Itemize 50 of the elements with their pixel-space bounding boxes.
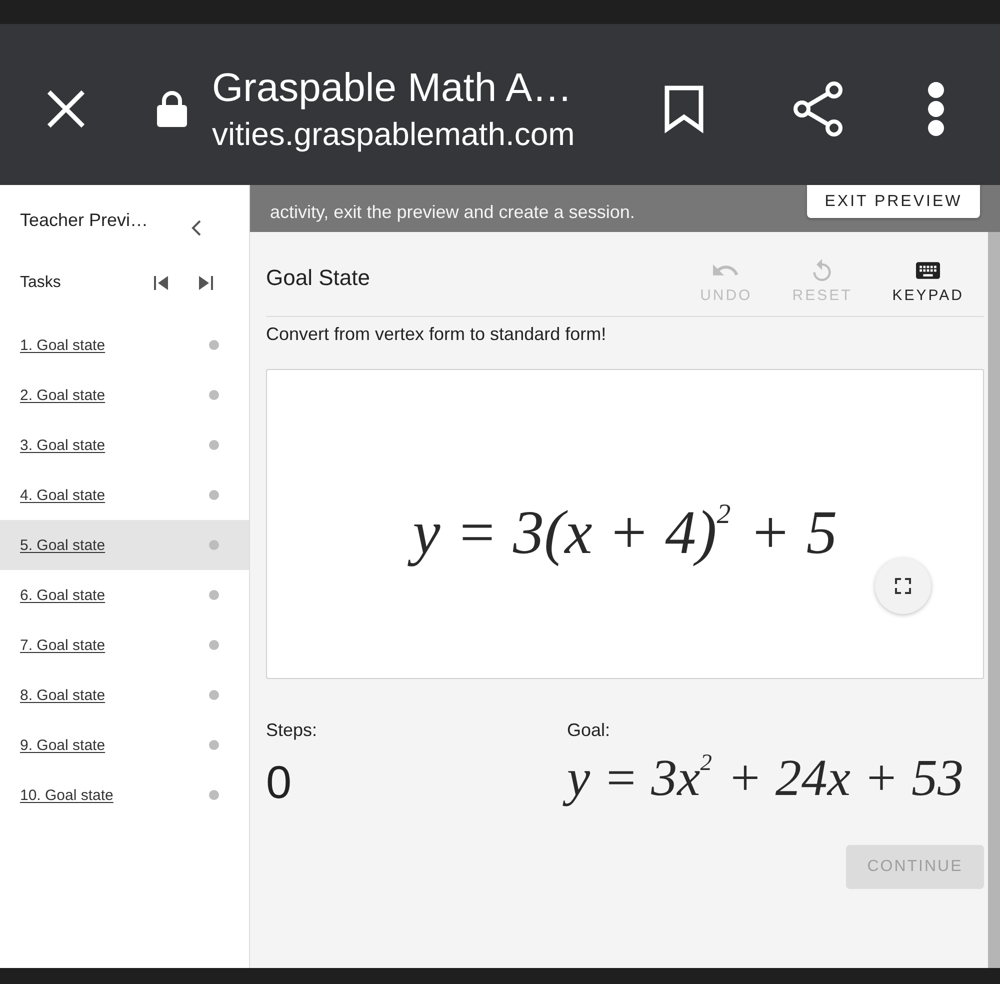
- task-link[interactable]: 1. Goal state: [0, 320, 249, 370]
- status-dot-icon: [209, 490, 219, 500]
- keyboard-icon: [916, 262, 940, 278]
- steps-label: Steps:: [266, 719, 318, 741]
- goal-expression: y = 3x$^{2}$ + 24x + 53: [557, 741, 974, 819]
- task-link[interactable]: 5. Goal state: [0, 520, 249, 570]
- task-title: Goal State: [266, 265, 370, 291]
- task-link[interactable]: 4. Goal state: [0, 470, 249, 520]
- last-task-button[interactable]: [198, 276, 213, 290]
- fullscreen-icon: [895, 578, 911, 594]
- task-link[interactable]: 2. Goal state: [0, 370, 249, 420]
- task-link[interactable]: 9. Goal state: [0, 720, 249, 770]
- status-dot-icon: [209, 690, 219, 700]
- chevron-left-icon: [191, 220, 202, 236]
- task-link[interactable]: 8. Goal state: [0, 670, 249, 720]
- task-link[interactable]: 7. Goal state: [0, 620, 249, 670]
- collapse-sidebar-button[interactable]: [191, 220, 202, 236]
- banner-message: activity, exit the preview and create a session.: [270, 201, 635, 223]
- close-icon[interactable]: [46, 88, 86, 128]
- skip-back-icon: [154, 276, 168, 290]
- status-dot-icon: [209, 790, 219, 800]
- fullscreen-button[interactable]: [875, 558, 931, 614]
- exit-preview-button[interactable]: EXIT PREVIEW: [807, 185, 980, 218]
- status-dot-icon: [209, 390, 219, 400]
- status-dot-icon: [209, 640, 219, 650]
- curved-arrow-icon: [713, 264, 740, 276]
- status-dot-icon: [209, 340, 219, 350]
- steps-count: 0: [266, 755, 292, 809]
- task-link[interactable]: 10. Goal state: [0, 770, 249, 820]
- goal-label: Goal:: [567, 719, 610, 741]
- skip-forward-icon: [198, 276, 213, 290]
- tasks-label: Tasks: [20, 274, 61, 292]
- status-dot-icon: [209, 590, 219, 600]
- bookmark-icon[interactable]: [664, 84, 704, 132]
- keypad-button[interactable]: KEYPAD: [876, 259, 980, 305]
- task-link[interactable]: 3. Goal state: [0, 420, 249, 470]
- page-url: vities.graspablemath.com: [212, 114, 576, 154]
- more-options-icon[interactable]: [927, 80, 945, 136]
- page-title: Graspable Math A…: [212, 64, 574, 112]
- share-icon[interactable]: [793, 80, 843, 136]
- status-dot-icon: [209, 740, 219, 750]
- first-task-button[interactable]: [154, 276, 168, 290]
- lock-icon: [157, 90, 187, 126]
- task-link[interactable]: 6. Goal state: [0, 570, 249, 620]
- circular-arrow-icon: [813, 259, 832, 281]
- status-dot-icon: [209, 540, 219, 550]
- math-expression[interactable]: y = 3(x + 4)$^{2}$ + 5: [402, 488, 848, 580]
- task-instruction: Convert from vertex form to standard form!: [266, 323, 608, 345]
- sidebar-title: Teacher Previ…: [20, 210, 148, 230]
- status-dot-icon: [209, 440, 219, 450]
